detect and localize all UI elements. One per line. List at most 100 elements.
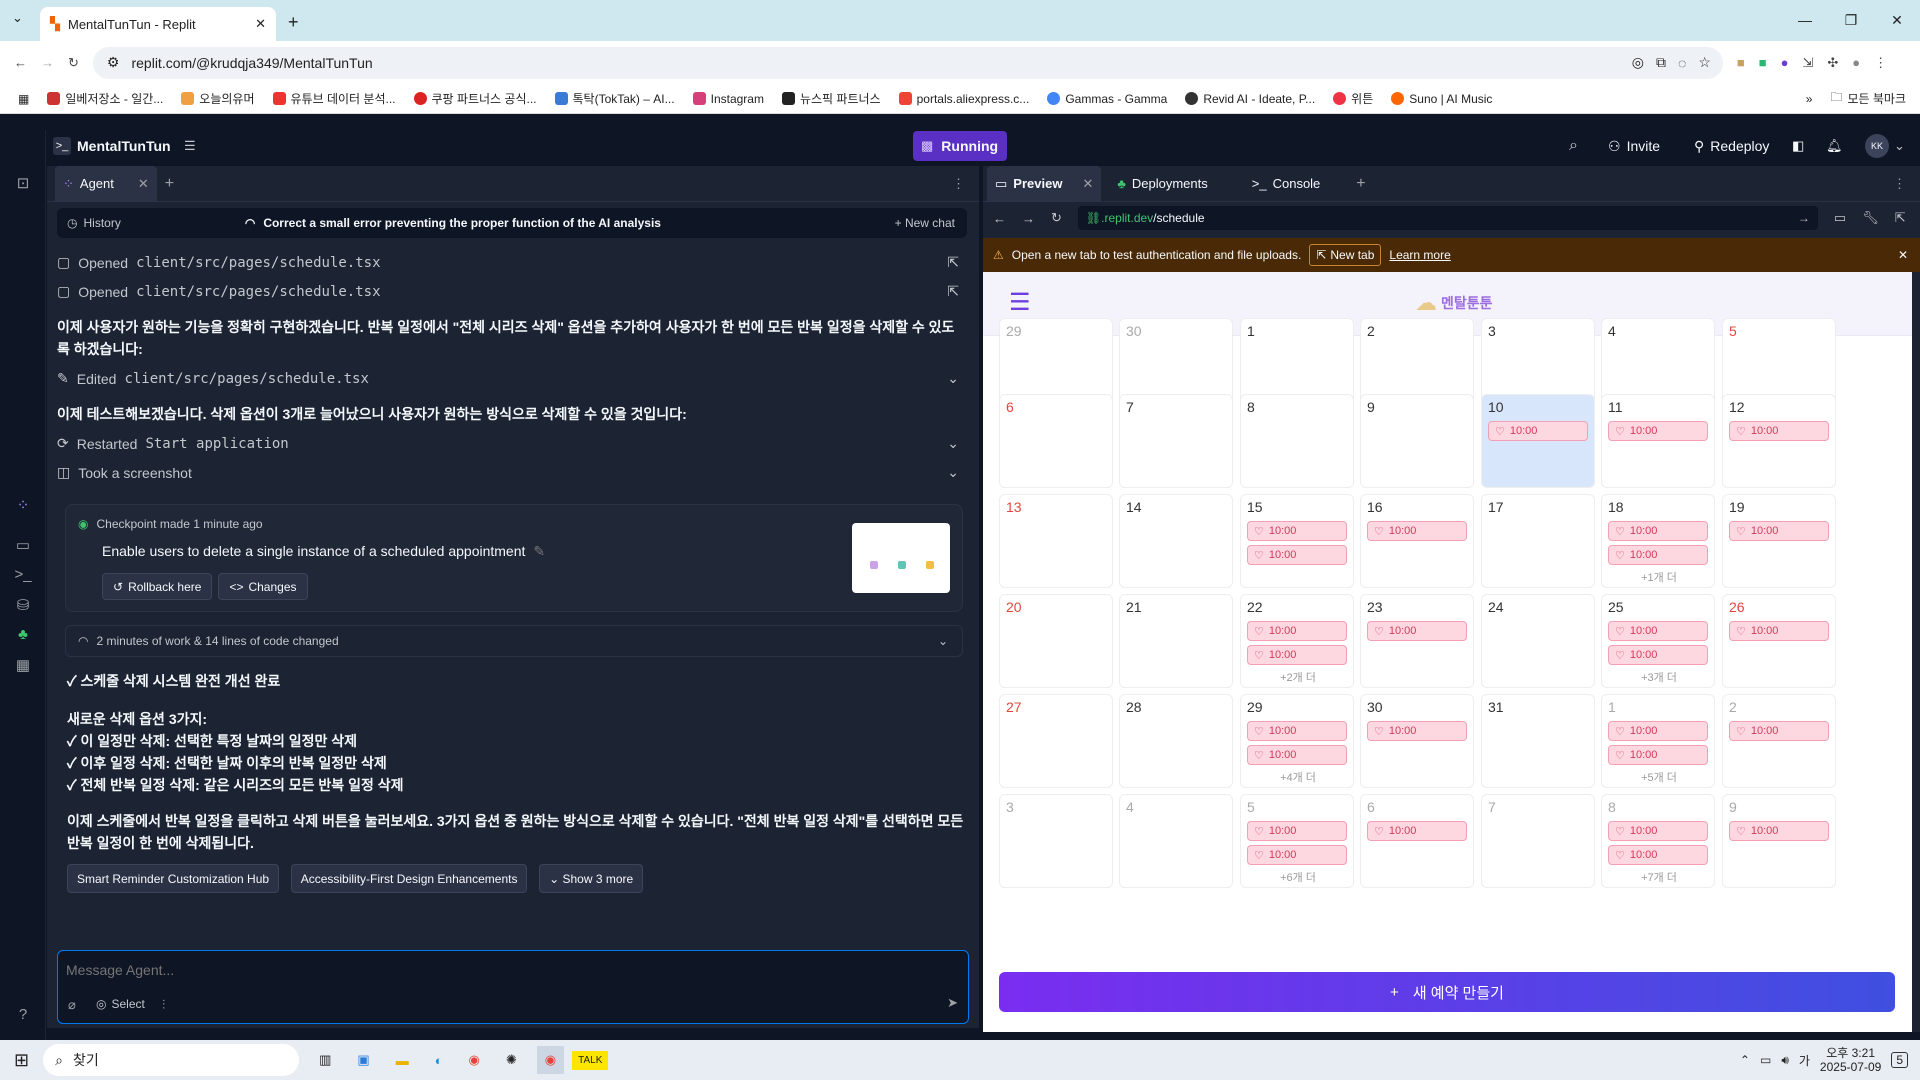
- invite-button[interactable]: ⚇ Invite: [1608, 138, 1660, 155]
- calendar-day[interactable]: 31: [1481, 694, 1595, 788]
- bookmark[interactable]: Instagram: [692, 92, 764, 106]
- bookmark[interactable]: Suno | AI Music: [1391, 92, 1492, 106]
- file-explorer-icon[interactable]: ▬: [396, 1053, 409, 1068]
- action-edited[interactable]: ✎ Edited client/src/pages/schedule.tsx ⌄: [57, 364, 967, 393]
- tab-preview[interactable]: ▭ Preview ✕: [987, 165, 1102, 202]
- edge-icon[interactable]: ◐: [435, 1053, 443, 1068]
- more-events-link[interactable]: +6개 더: [1241, 869, 1355, 885]
- event-chip[interactable]: ♡ 10:00: [1247, 621, 1347, 641]
- attach-icon[interactable]: ⌀: [68, 997, 76, 1013]
- avatar[interactable]: KK: [1865, 134, 1889, 158]
- work-summary[interactable]: ◠ 2 minutes of work & 14 lines of code c…: [65, 625, 963, 657]
- reload-icon[interactable]: ↻: [68, 55, 79, 71]
- project-name[interactable]: MentalTunTun: [77, 138, 171, 154]
- external-link-icon[interactable]: ⇱: [947, 283, 959, 300]
- calendar-day[interactable]: 22 ♡ 10:00 ♡ 10:00 +2개 더: [1240, 594, 1354, 688]
- changes-button[interactable]: <> Changes: [218, 573, 308, 600]
- show-more-button[interactable]: ⌄ Show 3 more: [539, 864, 644, 893]
- checkpoint-thumbnail[interactable]: [852, 523, 950, 593]
- forward-icon[interactable]: →: [41, 55, 54, 70]
- bookmark[interactable]: 위튼: [1333, 90, 1373, 107]
- bookmark[interactable]: 톡탁(TokTak) – AI...: [554, 90, 675, 107]
- windows-start-icon[interactable]: ⊞: [14, 1050, 29, 1071]
- calendar-day[interactable]: 13: [999, 494, 1113, 588]
- go-icon[interactable]: →: [1798, 211, 1810, 225]
- tab-deployments[interactable]: ♣ Deployments: [1109, 166, 1215, 202]
- chrome-active-icon[interactable]: ◉: [536, 1046, 565, 1074]
- more-events-link[interactable]: +1개 더: [1602, 569, 1716, 585]
- app-logo[interactable]: ☁ 멘탈툰툰: [1415, 290, 1493, 316]
- external-link-icon[interactable]: ⇱: [947, 254, 959, 271]
- eye-off-icon[interactable]: ◌: [1678, 55, 1686, 71]
- calendar-day[interactable]: 1 ♡ 10:00 ♡ 10:00 +5개 더: [1601, 694, 1715, 788]
- preview-icon[interactable]: ▭: [14, 536, 32, 554]
- close-banner-icon[interactable]: ✕: [1898, 248, 1908, 262]
- calendar-day[interactable]: 9 ♡ 10:00: [1722, 794, 1836, 888]
- restore-icon[interactable]: ❐: [1828, 0, 1874, 40]
- select-button[interactable]: ◎ Select: [96, 997, 145, 1011]
- calendar-day[interactable]: 26 ♡ 10:00: [1722, 594, 1836, 688]
- bookmark[interactable]: Revid AI - Ideate, P...: [1185, 92, 1315, 106]
- calendar-day[interactable]: 12 ♡ 10:00: [1722, 394, 1836, 488]
- reload-icon[interactable]: ↻: [1051, 210, 1062, 226]
- redeploy-button[interactable]: ⚲ Redeploy: [1694, 138, 1769, 155]
- suggestion-chip[interactable]: Accessibility-First Design Enhancements: [290, 864, 528, 893]
- site-info-icon[interactable]: ⚙: [107, 54, 120, 71]
- create-reservation-button[interactable]: + 새 예약 만들기: [999, 972, 1895, 1012]
- minimize-icon[interactable]: —: [1782, 0, 1828, 40]
- new-tab-button[interactable]: ⇱ New tab: [1309, 244, 1382, 266]
- more-events-link[interactable]: +7개 더: [1602, 869, 1716, 885]
- calendar-day[interactable]: 23 ♡ 10:00: [1360, 594, 1474, 688]
- calendar-day[interactable]: 7: [1119, 394, 1233, 488]
- database-icon[interactable]: ⛁: [14, 596, 32, 614]
- browser-tab[interactable]: ▚ MentalTunTun - Replit ✕: [40, 7, 276, 41]
- panel-menu-icon[interactable]: ⋮: [1893, 176, 1906, 192]
- bell-icon[interactable]: 🔔︎: [1826, 138, 1843, 154]
- calendar-day[interactable]: 29 ♡ 10:00 ♡ 10:00 +4개 더: [1240, 694, 1354, 788]
- event-chip[interactable]: ♡ 10:00: [1729, 621, 1829, 641]
- calendar-day[interactable]: 10 ♡ 10:00: [1481, 394, 1595, 488]
- notification-icon[interactable]: 5: [1891, 1052, 1908, 1068]
- tab-console[interactable]: >_ Console: [1244, 166, 1329, 202]
- bookmark[interactable]: 오늘의유머: [181, 90, 255, 107]
- event-chip[interactable]: ♡ 10:00: [1247, 645, 1347, 665]
- more-events-link[interactable]: +4개 더: [1241, 769, 1355, 785]
- clock[interactable]: 오후 3:21 2025-07-09: [1820, 1046, 1881, 1074]
- profile-icon[interactable]: ●: [1852, 55, 1860, 70]
- event-chip[interactable]: ♡ 10:00: [1367, 621, 1467, 641]
- event-chip[interactable]: ♡ 10:00: [1247, 845, 1347, 865]
- close-tab-icon[interactable]: ✕: [1082, 176, 1093, 192]
- calendar-day[interactable]: 27: [999, 694, 1113, 788]
- calendar-day[interactable]: 17: [1481, 494, 1595, 588]
- event-chip[interactable]: ♡ 10:00: [1247, 721, 1347, 741]
- back-icon[interactable]: ←: [14, 55, 27, 70]
- event-chip[interactable]: ♡ 10:00: [1608, 521, 1708, 541]
- calendar-day[interactable]: 8 ♡ 10:00 ♡ 10:00 +7개 더: [1601, 794, 1715, 888]
- new-tab-icon[interactable]: +: [288, 12, 299, 33]
- devices-icon[interactable]: ▭: [1834, 210, 1846, 226]
- extension-icon[interactable]: ⇲: [1802, 55, 1813, 71]
- search-icon[interactable]: ⌕: [1569, 137, 1578, 155]
- omnibox[interactable]: ⚙ replit.com/@krudqja349/MentalTunTun ◎ …: [92, 46, 1723, 79]
- more-events-link[interactable]: +2개 더: [1241, 669, 1355, 685]
- copy-icon[interactable]: ◧: [1792, 138, 1804, 154]
- bookmark[interactable]: Gammas - Gamma: [1047, 92, 1167, 106]
- event-chip[interactable]: ♡ 10:00: [1367, 821, 1467, 841]
- history-button[interactable]: ◷ History: [67, 216, 121, 230]
- calendar-day[interactable]: 8: [1240, 394, 1354, 488]
- calendar-day[interactable]: 11 ♡ 10:00: [1601, 394, 1715, 488]
- event-chip[interactable]: ♡ 10:00: [1608, 845, 1708, 865]
- calendar-day[interactable]: 9: [1360, 394, 1474, 488]
- store-icon[interactable]: ▣: [357, 1052, 369, 1068]
- event-chip[interactable]: ♡ 10:00: [1488, 421, 1588, 441]
- kakaotalk-icon[interactable]: TALK: [572, 1050, 609, 1070]
- url-text[interactable]: replit.com/@krudqja349/MentalTunTun: [131, 55, 1619, 71]
- event-chip[interactable]: ♡ 10:00: [1247, 821, 1347, 841]
- open-external-icon[interactable]: ⇱: [1895, 210, 1906, 226]
- agent-icon[interactable]: ⁘: [14, 496, 32, 514]
- event-chip[interactable]: ♡ 10:00: [1608, 645, 1708, 665]
- apps-grid-icon[interactable]: ▦: [18, 92, 29, 106]
- hamburger-menu-icon[interactable]: ☰: [1009, 288, 1031, 317]
- more-events-link[interactable]: +3개 더: [1602, 669, 1716, 685]
- event-chip[interactable]: ♡ 10:00: [1729, 521, 1829, 541]
